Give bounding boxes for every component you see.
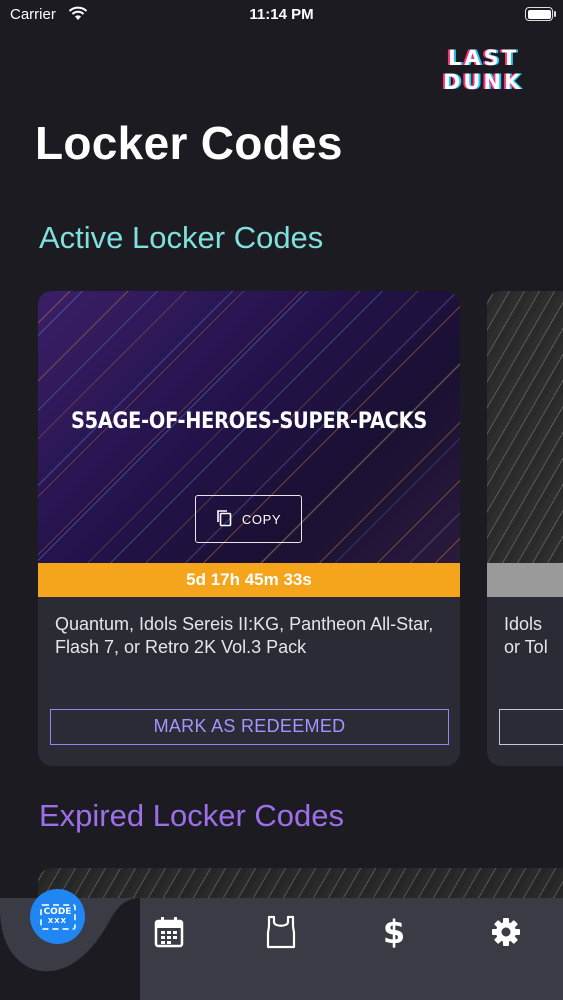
clock: 11:14 PM [249, 6, 314, 23]
svg-text:$: $ [383, 914, 405, 950]
tab-codes[interactable]: CODE XXX [30, 889, 85, 944]
copy-label: COPY [241, 511, 282, 527]
battery-icon [525, 7, 556, 21]
logo-line-2: DUNK [443, 70, 524, 94]
locker-code: S5AGE-OF-HEROES-SUPER-PACKS [70, 409, 428, 434]
status-bar: Carrier 11:14 PM [0, 0, 563, 30]
jersey-icon [266, 915, 296, 949]
card-artwork [487, 291, 563, 563]
tab-shop[interactable]: $ [377, 914, 411, 950]
tab-jersey[interactable] [264, 914, 298, 950]
tab-calendar[interactable] [152, 914, 186, 950]
reward-description: Idols or Tol [504, 614, 548, 657]
reward-description: Quantum, Idols Sereis II:KG, Pantheon Al… [55, 614, 434, 657]
page-title: Locker Codes [35, 117, 343, 169]
active-section-title: Active Locker Codes [39, 220, 324, 255]
code-icon: CODE XXX [39, 903, 76, 930]
copy-icon [216, 509, 232, 530]
gear-icon [492, 918, 520, 946]
locker-code-card: S5AGE-OF-HEROES-SUPER-PACKS COPY 5d 17h … [38, 291, 460, 766]
mark-as-redeemed-button[interactable] [499, 709, 563, 745]
calendar-icon [154, 917, 184, 948]
app-logo: LAST DUNK [443, 46, 533, 94]
countdown-timer: 5d 17h 45m 33s [38, 563, 460, 597]
copy-button[interactable]: COPY [195, 495, 302, 543]
locker-code-card-next[interactable]: Idols or Tol [487, 291, 563, 766]
mark-as-redeemed-button[interactable]: MARK AS REDEEMED [50, 709, 449, 745]
tab-settings[interactable] [489, 914, 523, 950]
logo-line-1: LAST [448, 46, 520, 70]
countdown-timer [487, 563, 563, 597]
dollar-icon: $ [383, 914, 405, 950]
expired-section-title: Expired Locker Codes [39, 798, 344, 833]
